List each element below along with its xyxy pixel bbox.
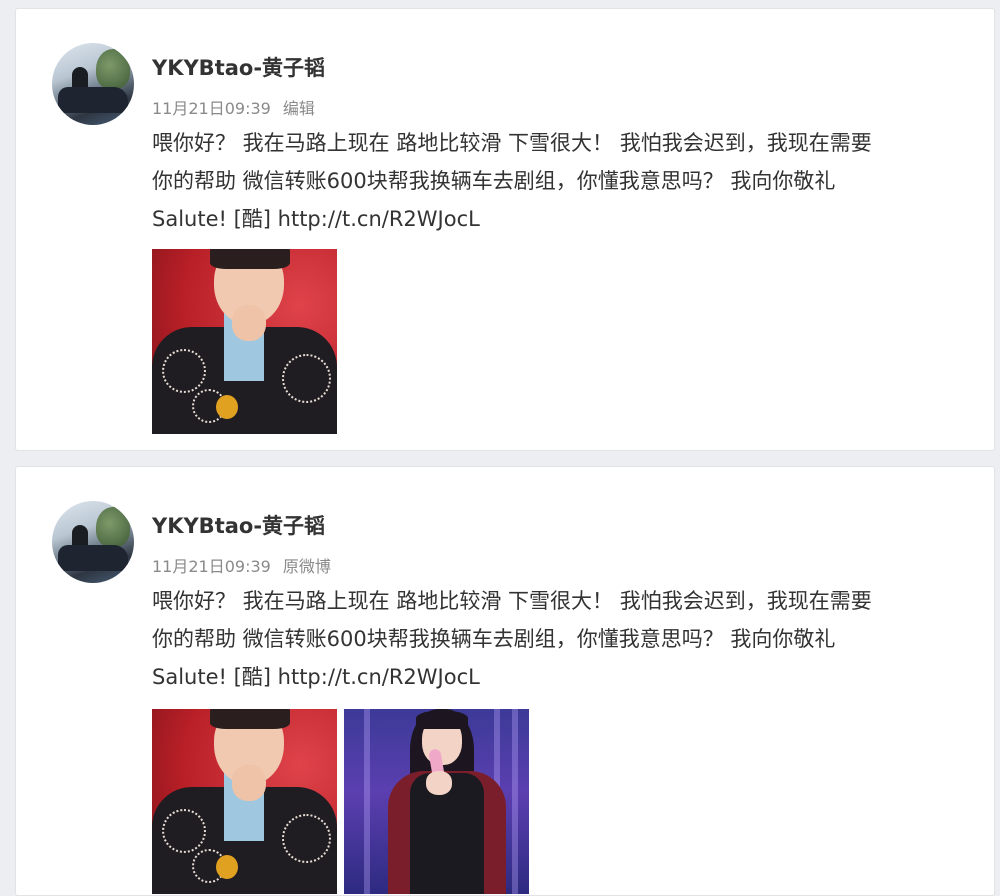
avatar-car — [58, 545, 128, 571]
photo-hair — [210, 709, 290, 729]
photo-stage-light — [364, 709, 370, 894]
post-card: YKYBtao-黄子韬 11月21日09:39 编辑 喂你好？ 我在马路上现在 路… — [15, 8, 995, 451]
avatar[interactable] — [52, 501, 134, 583]
photo-embroidery — [162, 809, 206, 853]
post-photo[interactable] — [344, 709, 529, 894]
photo-embroidery — [282, 814, 331, 863]
short-link[interactable]: http://t.cn/R2WJocL — [278, 207, 480, 231]
short-link[interactable]: http://t.cn/R2WJocL — [278, 665, 480, 689]
post-text-line: 喂你好？ 我在马路上现在 路地比较滑 下雪很大！ 我怕我会迟到，我现在需要 — [152, 589, 872, 613]
post-meta: 11月21日09:39 原微博 — [152, 553, 331, 577]
original-post-link[interactable]: 原微博 — [283, 557, 331, 576]
post-text-line: 你的帮助 微信转账600块帮我换辆车去剧组，你懂我意思吗？ 我向你敬礼 — [152, 169, 836, 193]
photo-hair — [210, 249, 290, 269]
photo-hand — [232, 305, 266, 341]
photo-embroidery — [282, 354, 331, 403]
post-text-segment: Salute! [酷] — [152, 665, 278, 689]
photo-hand — [426, 771, 452, 795]
post-text-line: 喂你好？ 我在马路上现在 路地比较滑 下雪很大！ 我怕我会迟到，我现在需要 — [152, 131, 872, 155]
post-timestamp[interactable]: 11月21日09:39 — [152, 557, 271, 576]
photo-embroidery — [162, 349, 206, 393]
post-content: 喂你好？ 我在马路上现在 路地比较滑 下雪很大！ 我怕我会迟到，我现在需要 你的… — [152, 582, 972, 696]
post-card: YKYBtao-黄子韬 11月21日09:39 原微博 喂你好？ 我在马路上现在 … — [15, 466, 995, 896]
photo-microphone — [216, 855, 238, 879]
post-photo[interactable] — [152, 709, 337, 894]
avatar-tree — [96, 507, 130, 547]
avatar[interactable] — [52, 43, 134, 125]
avatar-car — [58, 87, 128, 113]
photo-microphone — [216, 395, 238, 419]
edit-link[interactable]: 编辑 — [283, 99, 315, 118]
post-timestamp[interactable]: 11月21日09:39 — [152, 99, 271, 118]
post-text-segment: Salute! [酷] — [152, 207, 278, 231]
post-photo[interactable] — [152, 249, 337, 434]
photo-stage-light — [512, 709, 518, 894]
post-text-line: Salute! [酷] http://t.cn/R2WJocL — [152, 200, 972, 238]
avatar-tree — [96, 49, 130, 89]
username-link[interactable]: YKYBtao-黄子韬 — [152, 510, 325, 540]
post-content: 喂你好？ 我在马路上现在 路地比较滑 下雪很大！ 我怕我会迟到，我现在需要 你的… — [152, 124, 972, 238]
post-text-line: Salute! [酷] http://t.cn/R2WJocL — [152, 658, 972, 696]
post-text-line: 你的帮助 微信转账600块帮我换辆车去剧组，你懂我意思吗？ 我向你敬礼 — [152, 627, 836, 651]
post-meta: 11月21日09:39 编辑 — [152, 95, 315, 119]
photo-hand — [232, 765, 266, 801]
photo-bangs — [416, 711, 468, 729]
username-link[interactable]: YKYBtao-黄子韬 — [152, 52, 325, 82]
